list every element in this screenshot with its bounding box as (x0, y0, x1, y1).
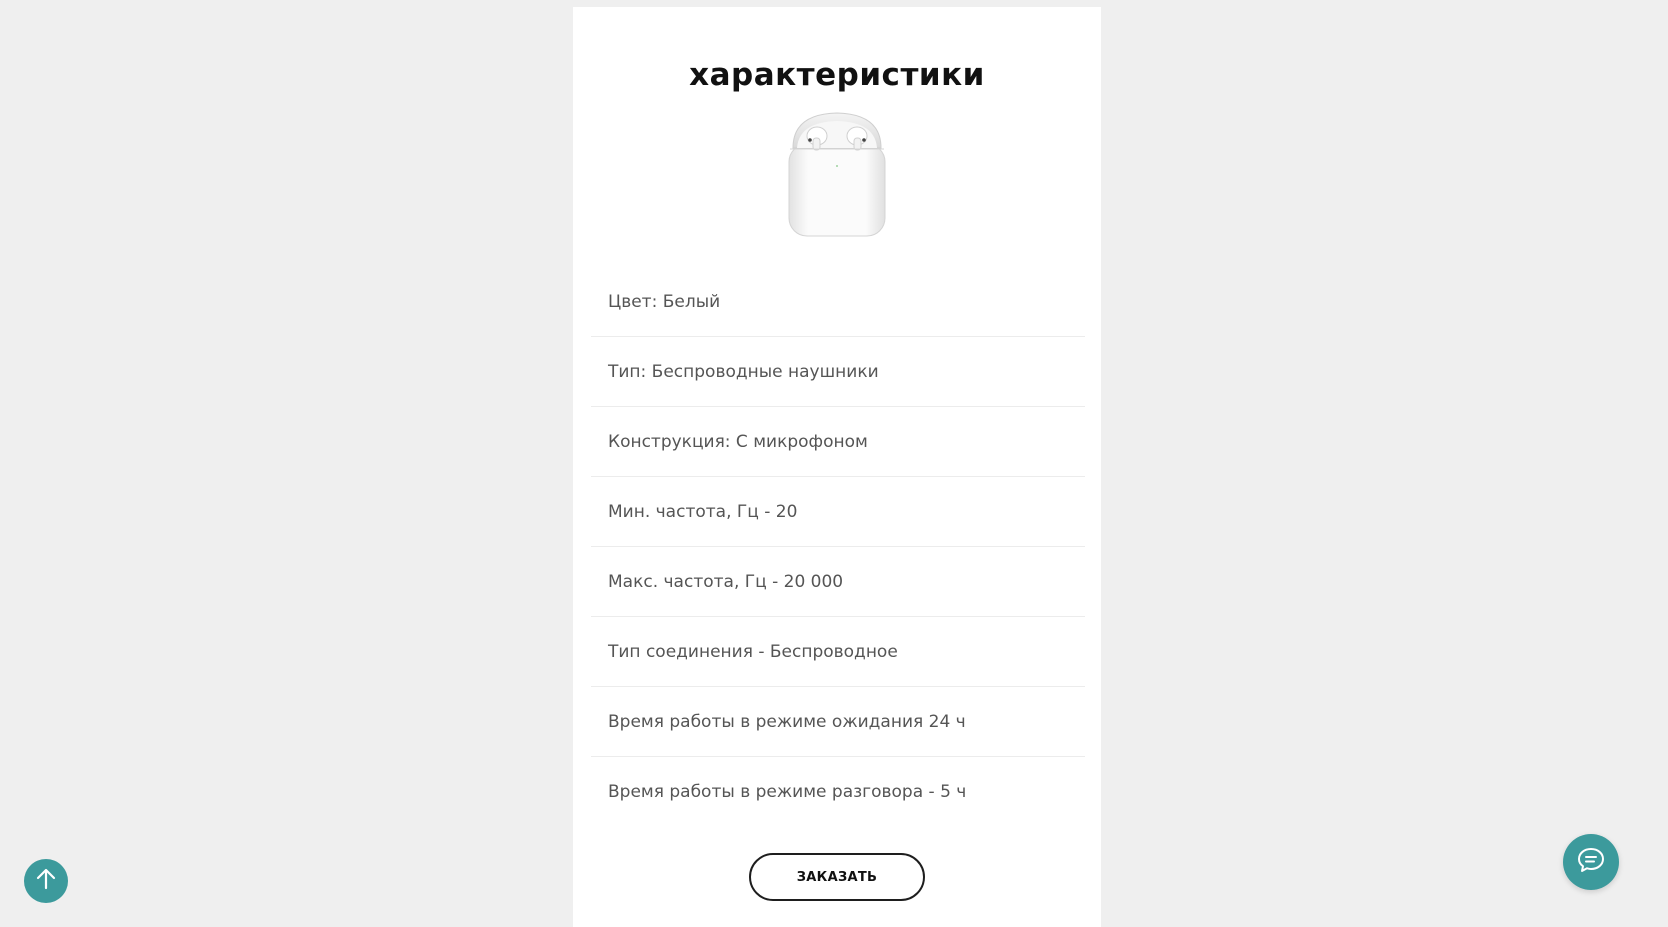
spec-row-standby-time: Время работы в режиме ожидания 24 ч (591, 687, 1085, 757)
spec-row-talk-time: Время работы в режиме разговора - 5 ч (608, 782, 967, 802)
spec-row-color: Цвет: Белый (591, 267, 1085, 337)
page-title: характеристики (689, 57, 985, 93)
page: характеристики Цвет: Белый Тип: Беспрово… (0, 0, 1668, 927)
chat-button[interactable] (1563, 834, 1619, 890)
spec-row-min-frequency: Мин. частота, Гц - 20 (591, 477, 1085, 547)
scroll-to-top-button[interactable] (24, 859, 68, 903)
spec-row-type: Тип: Беспроводные наушники (591, 337, 1085, 407)
product-card: характеристики Цвет: Белый Тип: Беспрово… (573, 7, 1101, 927)
order-button[interactable]: ЗАКАЗАТЬ (749, 853, 925, 901)
spec-row-connection: Тип соединения - Беспроводное (591, 617, 1085, 687)
spec-row-construction: Конструкция: С микрофоном (591, 407, 1085, 477)
specs-list: Цвет: Белый Тип: Беспроводные наушники К… (591, 267, 1085, 827)
chat-bubble-icon (1576, 845, 1606, 879)
spec-row-max-frequency: Макс. частота, Гц - 20 000 (591, 547, 1085, 617)
airpods-case-icon (787, 108, 887, 238)
arrow-up-icon (34, 867, 58, 895)
